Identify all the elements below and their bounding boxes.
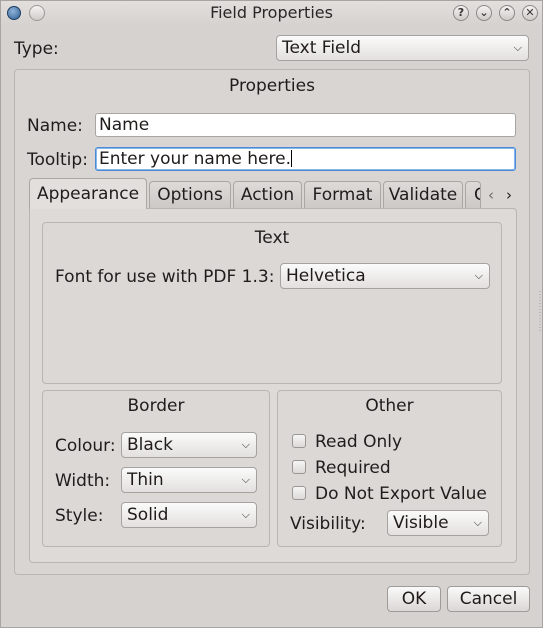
font-select[interactable]: Helvetica ⌵ [280,263,490,289]
type-select-value: Text Field [282,38,362,58]
visibility-select-value: Visible [393,513,449,533]
chevron-down-icon: ⌵ [241,438,250,451]
border-group-title: Border [127,396,185,416]
colour-select[interactable]: Black ⌵ [121,432,257,458]
tab-appearance-label: Appearance [36,184,140,204]
tab-options-label: Options [157,185,223,205]
width-label: Width: [55,471,111,491]
tab-appearance[interactable]: Appearance [29,178,147,209]
name-field-value: Name [99,115,150,135]
ok-button[interactable]: OK [387,586,441,612]
font-label: Font for use with PDF 1.3: [55,267,275,287]
colour-select-value: Black [127,435,173,455]
help-icon[interactable]: ? [453,5,469,21]
tab-calculate-label: C [474,185,480,205]
chevron-down-icon: ⌵ [513,41,522,54]
resize-grip[interactable] [539,291,541,331]
title-bar[interactable]: Field Properties ? ⌄ ⌃ ✕ [1,1,542,25]
other-group-title: Other [365,396,414,416]
tab-validate[interactable]: Validate [383,181,463,208]
name-label: Name: [27,116,83,136]
tab-options[interactable]: Options [149,181,231,208]
style-select-value: Solid [127,505,169,525]
close-icon[interactable]: ✕ [522,5,538,21]
cancel-button[interactable]: Cancel [447,586,530,612]
chevron-right-icon[interactable]: › [501,185,517,205]
chevron-down-icon: ⌵ [474,269,483,282]
text-group: Text [42,222,502,384]
style-select[interactable]: Solid ⌵ [121,502,257,528]
field-properties-dialog: Field Properties ? ⌄ ⌃ ✕ Type: Text Fiel… [0,0,543,628]
tab-format[interactable]: Format [304,181,381,208]
do-not-export-checkbox[interactable] [292,486,306,500]
minimize-icon[interactable]: ⌄ [476,5,492,21]
tab-calculate-partial[interactable]: C [465,181,481,208]
text-group-title: Text [254,228,290,248]
width-select[interactable]: Thin ⌵ [121,467,257,493]
visibility-label: Visibility: [290,514,366,534]
tab-format-label: Format [312,185,373,205]
colour-label: Colour: [55,436,116,456]
visibility-select[interactable]: Visible ⌵ [387,510,489,536]
required-label[interactable]: Required [315,458,391,478]
do-not-export-label[interactable]: Do Not Export Value [315,484,487,504]
tooltip-label: Tooltip: [27,150,88,170]
chevron-down-icon: ⌵ [473,516,482,529]
tab-validate-label: Validate [388,185,458,205]
tooltip-field[interactable]: Enter your name here. [95,147,516,171]
text-caret [291,150,292,167]
maximize-icon[interactable]: ⌃ [499,5,515,21]
properties-title: Properties [229,76,315,96]
type-select[interactable]: Text Field ⌵ [276,35,529,61]
tooltip-field-value: Enter your name here. [99,149,291,169]
chevron-down-icon: ⌵ [241,473,250,486]
required-checkbox[interactable] [292,460,306,474]
name-field[interactable]: Name [95,113,516,137]
read-only-label[interactable]: Read Only [315,432,402,452]
width-select-value: Thin [127,470,164,490]
tab-action-label: Action [240,185,295,205]
chevron-left-icon[interactable]: ‹ [483,185,499,205]
tab-action[interactable]: Action [233,181,302,208]
font-select-value: Helvetica [286,266,366,286]
chevron-down-icon: ⌵ [241,508,250,521]
style-label: Style: [55,506,104,526]
type-label: Type: [14,39,59,59]
read-only-checkbox[interactable] [292,434,306,448]
